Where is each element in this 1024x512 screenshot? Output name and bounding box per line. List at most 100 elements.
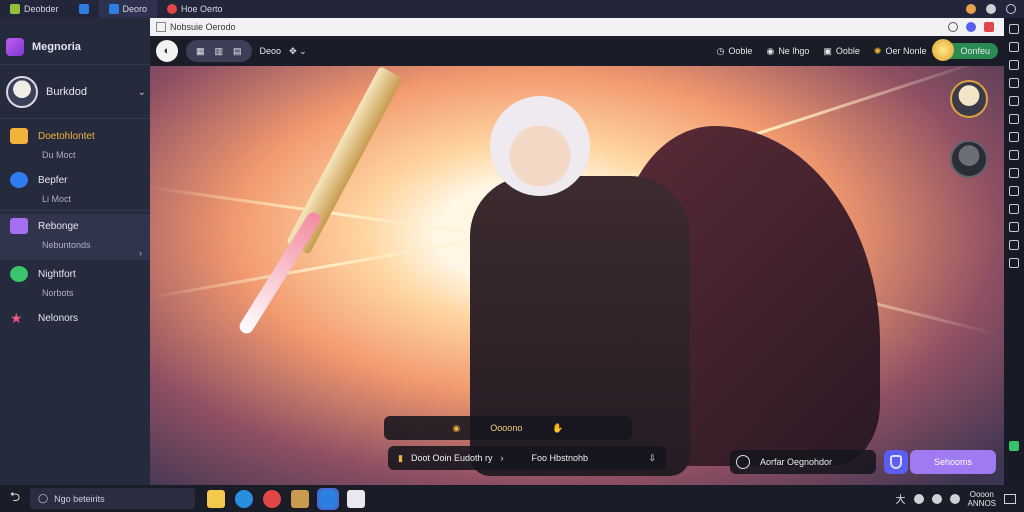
tool-icon[interactable] [1009,60,1019,70]
chrome-icon[interactable] [263,489,281,508]
divider [0,210,150,211]
tool-icon[interactable] [1009,24,1019,34]
game-artwork: ◉ Oooono ✋ ▮ Doot Ooin Eudoth ry › Foo H… [150,66,1004,485]
volume-icon[interactable] [931,493,942,504]
cube-icon [10,218,28,234]
tool-icon[interactable] [1009,222,1019,232]
tool-icon[interactable] [1009,240,1019,250]
sidebar-item-1[interactable]: Doetohlontet Du Moct [10,128,144,160]
chevron-right-icon: › [139,248,142,258]
download-icon[interactable]: ⇩ [648,453,656,464]
window-controls [966,4,1024,14]
sidebar-item-5[interactable]: ★ Nelonors [10,310,144,326]
divider [0,118,150,119]
circle-icon [736,455,750,469]
tool-icon[interactable] [1009,186,1019,196]
right-tool-rail [1004,18,1024,485]
tab-app-4[interactable]: Hoe Oerto [157,0,233,18]
layout-icon[interactable]: ▤ [233,46,242,57]
pinned-apps [207,487,365,510]
folder-icon [10,128,28,144]
sidebar-item-4[interactable]: Nightfort Norbots [10,266,144,298]
info-icon[interactable] [948,22,958,32]
app-icon [167,4,178,14]
character-avatar-2[interactable] [950,140,988,178]
sidebar: Megnoria Burkdod ⌄ Doetohlontet Du Moct … [0,18,150,485]
panel-icon[interactable]: ▥ [215,46,224,57]
toolbar-item-3[interactable]: ▣ Ooble [823,46,860,57]
tab-app-2[interactable] [69,0,99,18]
search-icon [10,266,28,282]
green-status-icon[interactable] [1009,441,1019,451]
tool-icon[interactable] [1009,204,1019,214]
app-active-icon[interactable] [317,487,339,510]
app-header[interactable]: Megnoria [6,38,81,56]
shield-button[interactable] [884,450,908,474]
scene-bar-top[interactable]: ◉ Oooono ✋ [384,416,632,440]
pink-blade [236,209,324,337]
address-bar[interactable]: Nobsuie Oerodo [150,18,1004,36]
back-button[interactable]: ◐ [156,40,178,62]
chevron-down-icon[interactable]: ⌄ [138,87,146,98]
avatar [6,76,38,108]
settings-icon[interactable] [986,4,996,14]
scene-bar-bottom[interactable]: ▮ Doot Ooin Eudoth ry › Foo Hbstnohb ⇩ [388,446,666,470]
shield-icon [890,455,902,469]
app-icon [78,4,89,14]
notification-icon[interactable] [966,4,976,14]
file-explorer-icon[interactable] [207,489,225,508]
app-icon [10,4,20,14]
toolbar-item-1[interactable]: ◷ Ooble [717,46,753,57]
system-tray: 大 Oooon ANNOS [896,490,1024,508]
wifi-icon[interactable] [913,493,924,504]
text-icon[interactable]: 大 [896,491,906,506]
tool-icon[interactable] [1009,150,1019,160]
grid-icon[interactable]: ▦ [196,46,205,57]
notification-center-icon[interactable] [1004,493,1016,504]
tool-icon[interactable] [1009,78,1019,88]
move-icon[interactable]: ✥ ⌄ [289,46,307,57]
tool-icon[interactable] [1009,114,1019,124]
search-input[interactable]: ◯ Ngo beteirits [30,488,195,509]
user-profile[interactable]: Burkdod ⌄ [6,76,146,108]
coin-icon: ◉ [452,422,461,433]
tool-icon[interactable] [1009,132,1019,142]
page-icon [156,22,166,32]
toolbar-item-2[interactable]: ◉ Ne lhgo [766,46,809,57]
sidebar-item-3[interactable]: Rebonge Nebuntonds › [0,214,150,260]
tab-app-3[interactable]: Deoro [98,0,158,18]
globe-icon: ◉ [766,45,775,56]
close-icon[interactable] [984,22,994,32]
notes-icon[interactable] [291,489,309,508]
tool-icon[interactable] [1009,168,1019,178]
toolbar-item-4[interactable]: ✺ Oer Nonle [874,46,927,57]
main-content: Nobsuie Oerodo ◐ ▦ ▥ ▤ Deoo ✥ ⌄ ◷ Ooble ◉… [150,18,1004,485]
status-bar[interactable]: Aorfar Oegnohdor [730,450,876,474]
app-icon [108,4,119,14]
toolbar-green-button[interactable]: Oonfeu [932,39,998,61]
battery-icon[interactable] [949,493,960,504]
sidebar-item-2[interactable]: Bepfer Li Moct [10,172,144,204]
clock-icon: ◷ [716,45,725,56]
tool-icon[interactable] [1009,96,1019,106]
start-icon[interactable]: ⮌ [0,488,30,510]
toolbar-right: ◷ Ooble ◉ Ne lhgo ▣ Ooble ✺ Oer Nonle Oonfeu [717,39,998,61]
character-avatar-1[interactable] [950,80,988,118]
view-dropdown[interactable]: Deoo [260,46,282,56]
app-logo-icon [6,38,24,56]
calendar-icon[interactable] [347,489,365,508]
taskbar: ⮌ ◯ Ngo beteirits 大 Oooon ANNOS [0,485,1024,512]
arrow-right-icon: › [500,453,504,463]
edge-icon[interactable] [235,489,253,508]
tool-icon[interactable] [1009,42,1019,52]
tool-icon[interactable] [1009,258,1019,268]
action-button[interactable]: Sehooms [910,450,996,474]
toolbar: ◐ ▦ ▥ ▤ Deoo ✥ ⌄ ◷ Ooble ◉ Ne lhgo ▣ Ooble … [150,36,1004,66]
minimize-icon[interactable] [1006,4,1016,14]
clock[interactable]: Oooon ANNOS [968,490,996,508]
window-tab-bar: Deobder Deoro Hoe Oerto [0,0,1024,18]
tab-app-1[interactable]: Deobder [0,0,69,18]
heart-icon [10,172,28,188]
divider [0,64,150,65]
extension-icon[interactable] [966,22,976,32]
